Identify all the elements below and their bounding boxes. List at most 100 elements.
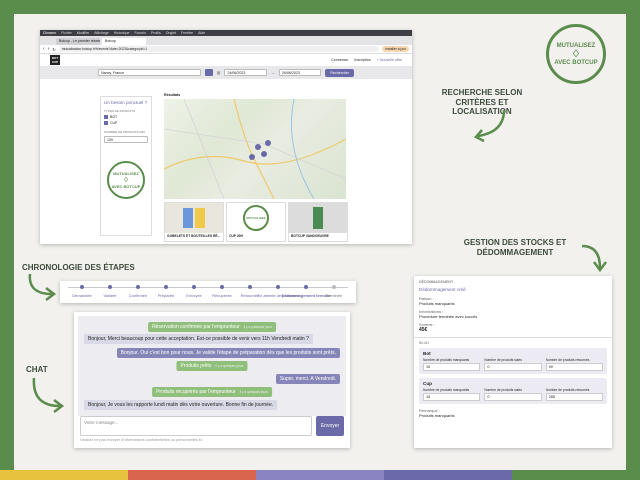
reason-value: Produits manquants — [419, 301, 455, 306]
stock-field-label: Nombre de produits sales — [484, 388, 522, 392]
search-button[interactable]: Rechercher — [325, 68, 354, 77]
arrow-icon — [474, 109, 506, 143]
date-from-input[interactable]: 24/06/2023 — [224, 69, 267, 76]
signup-link[interactable]: Inscription — [354, 58, 370, 62]
chat-message-text: Bonjour, Je vous les rapporte lundi mati… — [88, 402, 274, 408]
site-header: BOT CUP Connexion Inscription + Nouvelle … — [40, 54, 412, 66]
login-link[interactable]: Connexion — [331, 58, 348, 62]
product-card[interactable]: BOTCUP VANDOEUVRE — [288, 202, 348, 242]
results-label: Résultats — [164, 93, 181, 97]
stamp-text: AVEC BOTCUP — [111, 184, 141, 189]
stock-group-title: Bot — [423, 351, 431, 356]
left-frame — [0, 0, 14, 480]
stock-field-label: Nombre de produits manquants — [423, 358, 470, 362]
browser-tab[interactable]: Botcup - Le premier réseau — [56, 38, 100, 45]
bilan-label: BILAN — [419, 341, 429, 345]
product-card[interactable]: GOBELETS ET BOUTEILLES RÉ... — [164, 202, 224, 242]
timeline-step-dot — [164, 285, 168, 289]
stock-field-input[interactable]: 285 — [545, 393, 603, 401]
filter-title: Un besoin ponctuel ? — [104, 100, 148, 105]
checkbox-icon[interactable] — [104, 115, 108, 119]
filter-bot-label: BOT — [110, 115, 118, 119]
mac-menu-item[interactable]: Affichage — [94, 31, 109, 35]
stock-field-input[interactable]: 15 — [423, 393, 481, 401]
stock-field-input[interactable]: 10 — [423, 363, 481, 371]
chat-message: Produits récupérés par l'emprunteur il y … — [152, 387, 272, 397]
mutualisez-stamp-large: MUTUALISEZ ♢ AVEC BOTCUP — [546, 24, 606, 84]
mac-menu-item[interactable]: Fenêtre — [181, 31, 193, 35]
filter-cup[interactable]: CUP — [104, 121, 148, 125]
filter-bot[interactable]: BOT — [104, 115, 148, 119]
city-input[interactable]: Nancy, France — [98, 69, 201, 76]
color-segment — [256, 470, 384, 480]
product-image — [289, 203, 347, 233]
stock-group-title: Cup — [423, 381, 432, 386]
browser-tab-active[interactable]: Botcup — [102, 38, 146, 45]
qty-input[interactable]: 100 — [104, 136, 148, 143]
new-offer-link[interactable]: + Nouvelle offre — [377, 58, 402, 62]
date-to-input[interactable]: 26/06/2023 — [278, 69, 322, 76]
bottom-color-bar — [0, 470, 640, 480]
address-bar-row: ‹ › ↻ mutualisation.botcup.fr/fr/events?… — [40, 45, 412, 54]
stock-group: Bot Nombre de produits manquants 10 Nombre … — [419, 348, 607, 374]
timeline-step-dot — [304, 285, 308, 289]
annotation-chat: CHAT — [26, 365, 48, 374]
message-input[interactable]: Votre message... — [80, 416, 312, 436]
botcup-logo[interactable]: BOT CUP — [50, 55, 60, 65]
top-frame — [0, 0, 640, 14]
timeline-step-label: Confirmée — [128, 293, 148, 298]
stock-header: DÉDOMMAGEMENT — [419, 280, 454, 284]
mac-menu-item[interactable]: Chrome — [43, 31, 56, 35]
map-pin-icon[interactable] — [204, 69, 213, 76]
bottle-icon: ♢ — [571, 48, 581, 60]
timeline-step-label: Dédommagement terminé — [281, 293, 331, 298]
back-icon[interactable]: ‹ — [43, 46, 45, 52]
qty-label: NOMBRE DE PRODUITS MIN — [104, 130, 145, 134]
mutualisez-stamp: MUTUALISEZ ♢ AVEC BOTCUP — [107, 161, 145, 199]
results-map[interactable] — [163, 98, 347, 200]
product-image — [165, 203, 223, 233]
install-update-button[interactable]: Installer à jour — [382, 46, 409, 52]
chat-message-time: il y a quelques jours — [239, 390, 268, 394]
browser-window: Chrome Fichier Modifier Affichage Historique… — [40, 30, 412, 244]
product-card[interactable]: MUTUALISEZ CUP 20H — [226, 202, 286, 242]
stamp-text: MUTUALISEZ — [246, 216, 266, 220]
timeline-step-dot — [80, 285, 84, 289]
timeline-step-dot — [108, 285, 112, 289]
mac-menu-item[interactable]: Onglet — [166, 31, 176, 35]
checkbox-icon[interactable] — [104, 121, 108, 125]
timeline-step-dot — [220, 285, 224, 289]
stock-field-input[interactable]: 90 — [545, 363, 603, 371]
stock-field-label: Nombre de produits retournés — [545, 358, 590, 362]
mac-menu-item[interactable]: Profils — [151, 31, 161, 35]
stock-group: Cup Nombre de produits manquants 15 Nombre … — [419, 378, 607, 404]
mac-menu-item[interactable]: Favoris — [135, 31, 146, 35]
mac-menu-item[interactable]: Fichier — [61, 31, 72, 35]
chat-message: Bonjour, Merci beaucoup pour cette accep… — [84, 334, 313, 344]
chat-message: Réservation confirmée par l'emprunteur il… — [148, 322, 276, 332]
stock-panel: DÉDOMMAGEMENT Dédommagement créé Raison … — [414, 276, 612, 448]
product-name: CUP 20H — [229, 234, 243, 238]
reload-icon[interactable]: ↻ — [52, 47, 55, 52]
stock-field-input[interactable]: 0 — [484, 363, 542, 371]
chat-message-text: Produits prêts — [180, 363, 212, 369]
forward-icon[interactable]: › — [48, 46, 50, 52]
chat-message: Bonjour. Oui c'est bon pour nous. Je val… — [116, 348, 340, 358]
mac-menu-item[interactable]: Historique — [114, 31, 130, 35]
timeline-step-label: Validée — [103, 293, 117, 298]
stock-title: Dédommagement créé — [419, 287, 466, 292]
url-input[interactable]: mutualisation.botcup.fr/fr/events?date=2… — [58, 46, 380, 52]
mac-menu-item[interactable]: Modifier — [77, 31, 89, 35]
timeline-step-label: Terminée — [325, 293, 343, 298]
chat-message: Bonjour, Je vous les rapporte lundi mati… — [84, 400, 278, 410]
timeline-step-dot — [136, 285, 140, 289]
chat-message: Produits prêts il y a quelques jours — [176, 361, 248, 371]
bottle-icon: ♢ — [122, 177, 130, 184]
filter-sidebar: Un besoin ponctuel ? TYPES DE PRODUITS B… — [100, 96, 152, 236]
arrow-right-icon: → — [270, 70, 275, 75]
product-name: GOBELETS ET BOUTEILLES RÉ... — [167, 234, 221, 238]
stock-field-input[interactable]: 0 — [484, 393, 542, 401]
timeline-step-dot — [192, 285, 196, 289]
send-button[interactable]: Envoyer — [316, 416, 344, 436]
mac-menu-item[interactable]: Aide — [198, 31, 205, 35]
